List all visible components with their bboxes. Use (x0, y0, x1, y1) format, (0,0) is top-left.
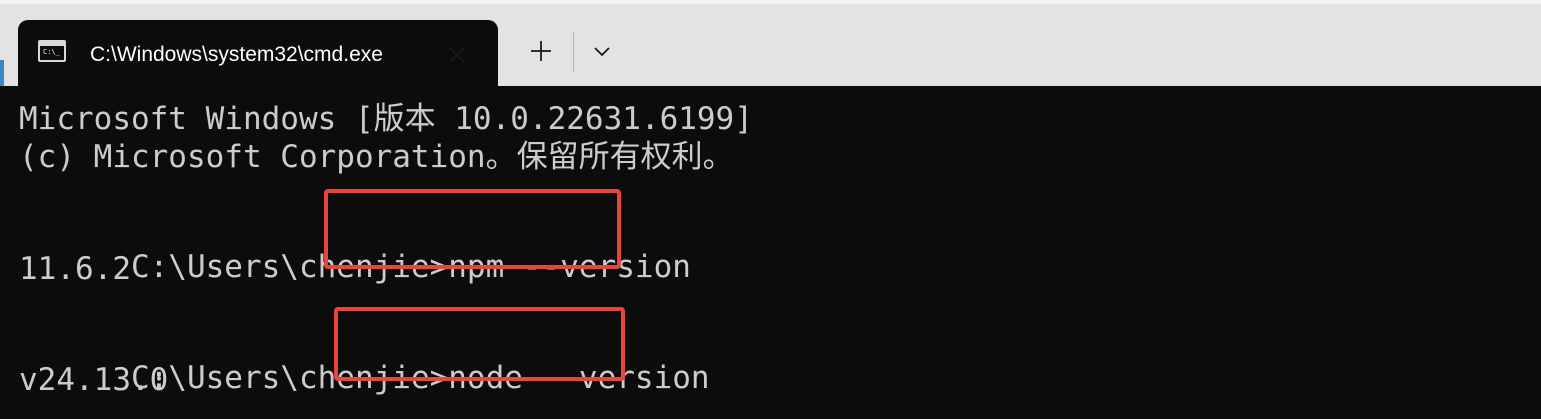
console-icon-glyph: C:\_ (43, 48, 60, 56)
tab-cmd[interactable]: C:\_ C:\Windows\system32\cmd.exe (18, 20, 498, 86)
tab-strip-separator (573, 32, 574, 72)
terminal-window: C:\_ C:\Windows\system32\cmd.exe Microso… (0, 0, 1541, 419)
tab-dropdown-button[interactable] (580, 28, 624, 74)
console-line-npm-output: 11.6.2 (19, 251, 131, 287)
tab-strip: C:\_ C:\Windows\system32\cmd.exe (0, 0, 1541, 86)
tab-close-button[interactable] (440, 38, 474, 72)
console-line-prompt-node: C:\Users\chenjie>node --version (19, 324, 710, 396)
close-icon (449, 47, 465, 63)
prompt-text: C:\Users\chenjie> (130, 249, 449, 285)
console-line-prompt-npm: C:\Users\chenjie>npm --version (19, 213, 691, 285)
chevron-down-icon (594, 47, 610, 57)
command-text: node --version (448, 360, 710, 396)
command-text: npm --version (448, 249, 691, 285)
console-line-version: Microsoft Windows [版本 10.0.22631.6199] (19, 101, 753, 137)
new-tab-button[interactable] (518, 28, 564, 74)
tab-title: C:\Windows\system32\cmd.exe (90, 43, 383, 66)
prompt-text: C:\Users\chenjie> (130, 360, 449, 396)
console-output[interactable]: Microsoft Windows [版本 10.0.22631.6199] (… (0, 86, 1541, 419)
tab-strip-edge (0, 0, 1541, 4)
console-line-copyright: (c) Microsoft Corporation。保留所有权利。 (19, 139, 734, 175)
plus-icon (531, 41, 551, 61)
console-icon: C:\_ (38, 40, 66, 62)
console-line-node-output: v24.13.0 (19, 362, 169, 398)
